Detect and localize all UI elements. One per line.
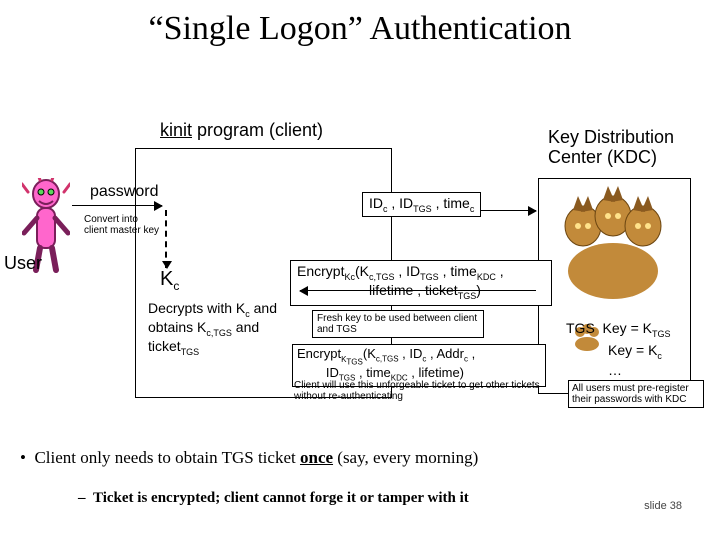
dashed-down-arrow xyxy=(165,210,167,268)
kdc-ellipsis: … xyxy=(608,362,622,378)
bullet-2-text: Ticket is encrypted; client cannot forge… xyxy=(93,490,469,506)
tgs-key-label: TGS Key = KTGS xyxy=(566,320,671,339)
kinit-underlined: kinit xyxy=(160,120,192,140)
kc-key-label: Key = Kc xyxy=(608,342,662,361)
slide-title: “Single Logon” Authentication xyxy=(0,10,720,48)
slide-number: slide 38 xyxy=(644,500,682,512)
response-arrow xyxy=(300,290,536,291)
bullet-2: – Ticket is encrypted; client cannot for… xyxy=(78,490,710,507)
kinit-rest: program (client) xyxy=(192,120,323,140)
decrypt-text: Decrypts with Kc and obtains Kc,TGS and … xyxy=(148,300,283,357)
bullet-1-post: (say, every morning) xyxy=(333,448,478,467)
bullet-1: • Client only needs to obtain TGS ticket… xyxy=(20,448,710,468)
password-arrow xyxy=(72,205,162,206)
slide: “Single Logon” Authentication kinit prog… xyxy=(0,0,720,540)
preregister-note: All users must pre-register their passwo… xyxy=(568,380,704,408)
kdc-label: Key Distribution Center (KDC) xyxy=(548,128,713,168)
convert-label: Convert into client master key xyxy=(84,214,159,236)
kc-label: Kc xyxy=(160,268,179,293)
bullet-1-pre: Client only needs to obtain TGS ticket xyxy=(34,448,300,467)
response-box: EncryptKc(Kc,TGS , IDTGS , timeKDC ,life… xyxy=(290,260,552,306)
bullet-1-once: once xyxy=(300,448,333,467)
fresh-key-note: Fresh key to be used between client and … xyxy=(312,310,484,338)
ticket-note: Client will use this unforgeable ticket … xyxy=(294,380,546,402)
request-box: IDc , IDTGS , timec xyxy=(362,192,481,217)
kinit-label: kinit program (client) xyxy=(160,120,323,141)
password-label: password xyxy=(90,183,158,201)
cerberus-icon xyxy=(548,186,678,306)
user-label: User xyxy=(4,253,42,274)
